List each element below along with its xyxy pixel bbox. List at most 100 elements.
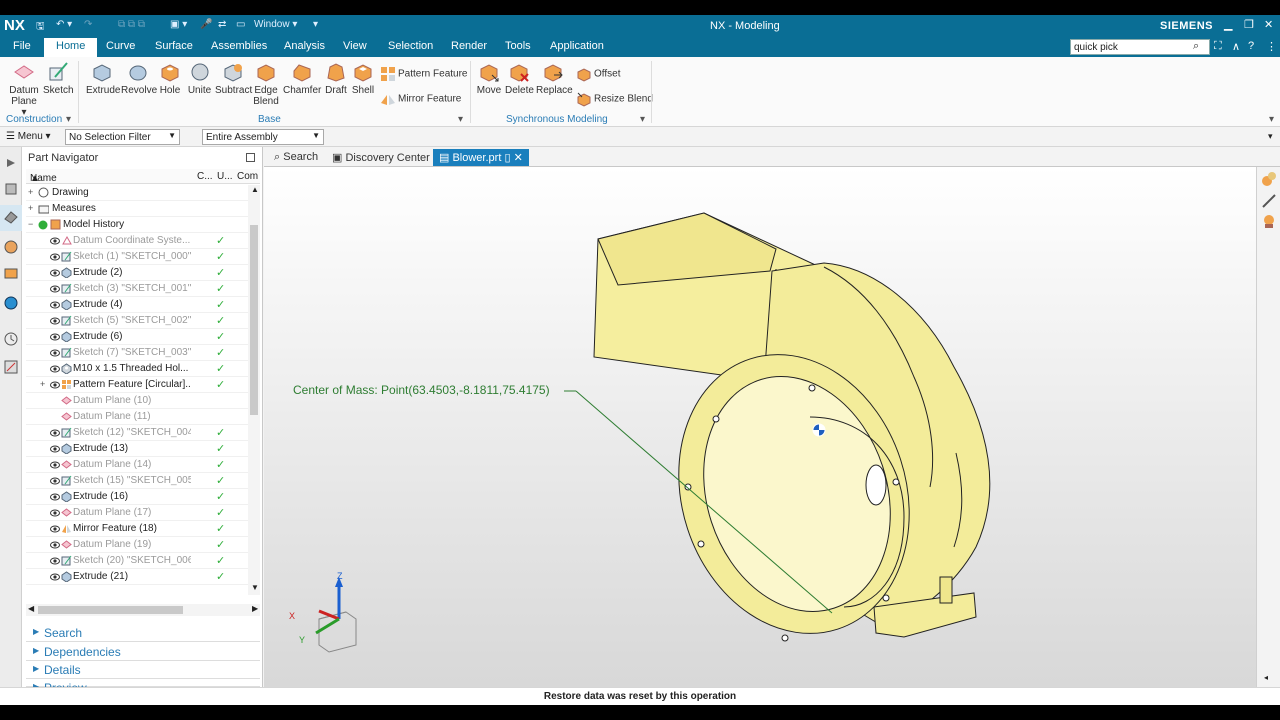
visibility-icon[interactable] <box>50 268 60 278</box>
pattern-feature-button[interactable]: Pattern Feature <box>380 66 467 82</box>
selection-scope-dropdown[interactable]: Entire Assembly ▼ <box>202 129 324 145</box>
window-icon[interactable]: ▭ <box>236 19 245 33</box>
edge-blend-button[interactable]: Edge Blend <box>253 61 279 107</box>
datum-plane-button[interactable]: Datum Plane ▾ <box>8 61 40 118</box>
scrollbar-thumb[interactable] <box>250 225 258 415</box>
measure-icon[interactable] <box>1261 193 1277 209</box>
extrude-button[interactable]: Extrude <box>86 61 120 96</box>
expand-icon[interactable]: + <box>28 187 33 197</box>
feature-row[interactable]: Datum Plane (10) <box>26 393 248 409</box>
visibility-icon[interactable] <box>50 300 60 310</box>
visibility-icon[interactable] <box>50 508 60 518</box>
search-panel[interactable]: ▶ Search <box>26 624 260 642</box>
feature-row[interactable]: Extrude (4) ✓ <box>26 297 248 313</box>
menu-tools[interactable]: Tools <box>505 40 531 52</box>
feature-row[interactable]: Datum Plane (19) ✓ <box>26 537 248 553</box>
minimize-icon[interactable]: ▁ <box>1224 18 1232 31</box>
feature-row[interactable]: Extrude (6) ✓ <box>26 329 248 345</box>
help-icon[interactable]: ? <box>1248 40 1254 52</box>
menu-home[interactable]: Home <box>44 38 98 57</box>
feature-row[interactable]: Extrude (21) ✓ <box>26 569 248 585</box>
feature-row[interactable]: Datum Plane (17) ✓ <box>26 505 248 521</box>
column-comment[interactable]: Com <box>237 171 258 182</box>
part-navigator-icon[interactable] <box>3 209 19 225</box>
sync-more-icon[interactable]: ▾ <box>640 114 645 125</box>
feature-row[interactable]: Datum Plane (14) ✓ <box>26 457 248 473</box>
visibility-icon[interactable] <box>50 236 60 246</box>
move-face-button[interactable]: Move <box>476 61 502 96</box>
navigator-horizontal-scrollbar[interactable]: ◀ ▶ <box>26 604 260 616</box>
feature-row[interactable]: − Model History <box>26 217 248 233</box>
undo-icon[interactable]: ↶ ▾ <box>56 19 72 33</box>
web-browser-icon[interactable] <box>3 295 19 311</box>
quick-access-dropdown[interactable]: ▾ <box>313 19 318 33</box>
restore-icon[interactable]: ❐ <box>1244 18 1254 31</box>
history-icon[interactable] <box>3 331 19 347</box>
visibility-icon[interactable] <box>50 460 60 470</box>
visibility-icon[interactable] <box>50 524 60 534</box>
feature-row[interactable]: Datum Coordinate Syste... ✓ <box>26 233 248 249</box>
render-style-icon[interactable] <box>1261 213 1277 229</box>
feature-row[interactable]: Mirror Feature (18) ✓ <box>26 521 248 537</box>
mirror-feature-button[interactable]: Mirror Feature <box>380 91 461 107</box>
resource-bar-menu-icon[interactable] <box>3 155 19 171</box>
shell-button[interactable]: Shell <box>350 61 376 96</box>
save-icon[interactable]: 🖫 <box>36 19 45 33</box>
scroll-right-icon[interactable]: ▶ <box>252 604 258 613</box>
dependencies-panel[interactable]: ▶ Dependencies <box>26 643 260 661</box>
delete-face-button[interactable]: Delete <box>505 61 534 96</box>
expand-icon[interactable]: + <box>28 203 33 213</box>
construction-more-icon[interactable]: ▾ <box>66 114 71 125</box>
menu-analysis[interactable]: Analysis <box>284 40 325 52</box>
visibility-icon[interactable] <box>50 556 60 566</box>
feature-row[interactable]: Sketch (1) "SKETCH_000" ✓ <box>26 249 248 265</box>
visibility-icon[interactable] <box>50 492 60 502</box>
feature-row[interactable]: Extrude (16) ✓ <box>26 489 248 505</box>
visibility-icon[interactable] <box>50 428 60 438</box>
hole-button[interactable]: Hole <box>157 61 183 96</box>
menu-view[interactable]: View <box>343 40 367 52</box>
collapse-ribbon-icon[interactable]: ∧ <box>1232 40 1240 53</box>
ribbon-options-icon[interactable]: ▾ <box>1269 114 1274 125</box>
maximize-icon[interactable] <box>246 153 255 162</box>
copy-icon[interactable]: ⧉ ⧉ ⧉ <box>118 19 145 33</box>
center-of-mass-marker[interactable] <box>812 423 826 437</box>
microphone-icon[interactable]: 🎤 <box>200 19 212 33</box>
visibility-icon[interactable] <box>50 252 60 262</box>
tab-blower-prt[interactable]: ▤ Blower.prt ▯ ✕ <box>433 149 529 166</box>
visibility-icon[interactable] <box>50 284 60 294</box>
visibility-icon[interactable] <box>50 332 60 342</box>
feature-row[interactable]: + Measures <box>26 201 248 217</box>
assembly-navigator-icon[interactable] <box>3 181 19 197</box>
feature-row[interactable]: Sketch (15) "SKETCH_005" ✓ <box>26 473 248 489</box>
main-menu-button[interactable]: ☰ Menu ▾ <box>6 131 51 142</box>
command-search-input[interactable]: quick pick <box>1070 39 1210 55</box>
search-icon[interactable]: ⌕ <box>1193 40 1199 53</box>
close-tab-icon[interactable]: ✕ <box>514 152 523 164</box>
toolbar-options-icon[interactable]: ◂ <box>1264 673 1268 682</box>
menu-file[interactable]: File <box>13 40 31 52</box>
scroll-down-icon[interactable]: ▼ <box>251 583 259 592</box>
scroll-left-icon[interactable]: ◀ <box>28 604 34 613</box>
base-more-icon[interactable]: ▾ <box>458 114 463 125</box>
menu-render[interactable]: Render <box>451 40 487 52</box>
feature-row[interactable]: Extrude (2) ✓ <box>26 265 248 281</box>
close-icon[interactable]: ✕ <box>1264 18 1273 31</box>
feature-row[interactable]: + Pattern Feature [Circular]... ✓ <box>26 377 248 393</box>
menu-surface[interactable]: Surface <box>155 40 193 52</box>
details-panel[interactable]: ▶ Details <box>26 661 260 679</box>
preview-panel[interactable]: ▶Preview <box>26 679 260 695</box>
revolve-button[interactable]: Revolve <box>121 61 157 96</box>
visibility-icon[interactable] <box>50 380 60 390</box>
draft-button[interactable]: Draft <box>323 61 349 96</box>
feature-row[interactable]: Sketch (5) "SKETCH_002" ✓ <box>26 313 248 329</box>
type-filter-dropdown[interactable]: No Selection Filter ▼ <box>65 129 180 145</box>
fullscreen-icon[interactable]: ⛶ <box>1214 40 1222 53</box>
selection-bar-options-icon[interactable]: ▾ <box>1268 131 1273 142</box>
visibility-icon[interactable] <box>50 348 60 358</box>
feature-row[interactable]: M10 x 1.5 Threaded Hol... ✓ <box>26 361 248 377</box>
feature-row[interactable]: Sketch (7) "SKETCH_003" ✓ <box>26 345 248 361</box>
navigator-vertical-scrollbar[interactable]: ▲ ▼ <box>248 185 260 595</box>
touch-mode-icon[interactable]: ⇄ <box>218 19 226 33</box>
feature-row[interactable]: Extrude (13) ✓ <box>26 441 248 457</box>
